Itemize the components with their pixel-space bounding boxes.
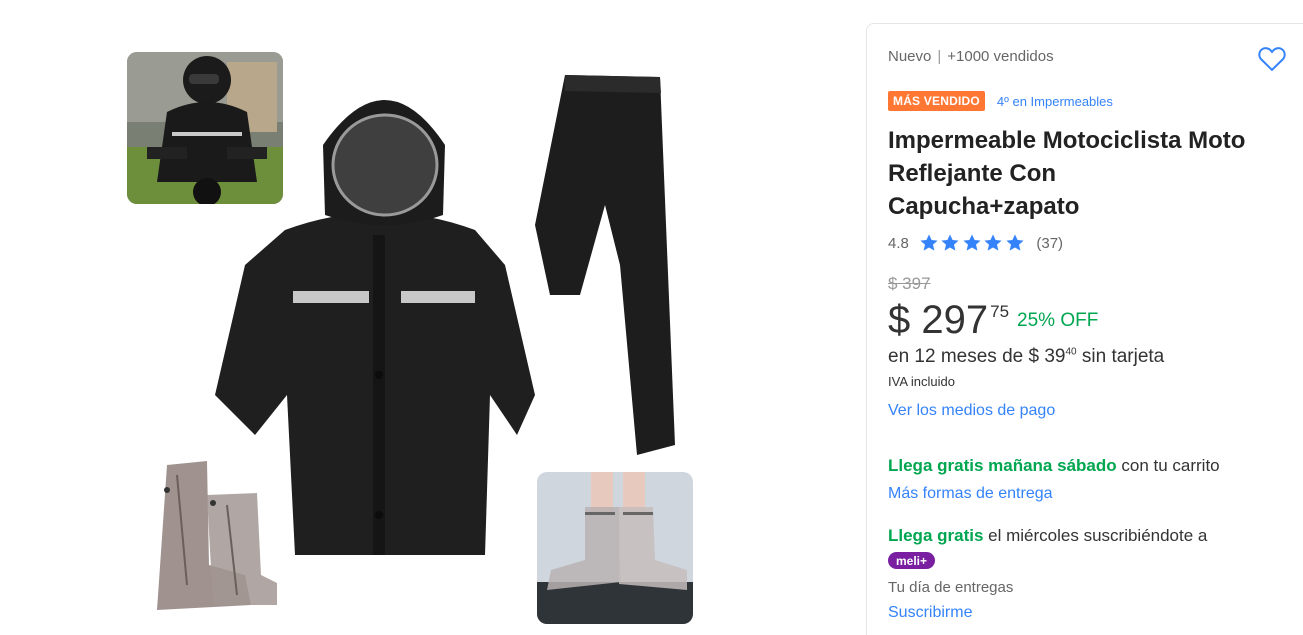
buy-box: Nuevo | +1000 vendidos MÁS VENDIDO 4º en I… — [866, 23, 1303, 635]
product-title: Impermeable Motociclista Moto Reflejante… — [888, 127, 1246, 220]
shipping-secondary-highlight: Llega gratis — [888, 526, 984, 545]
best-seller-badge: MÁS VENDIDO — [888, 91, 985, 111]
main-product-image[interactable] — [205, 65, 685, 570]
installments-info: en 12 meses de $ 3940 sin tarjeta — [888, 346, 1164, 368]
payment-methods-link[interactable]: Ver los medios de pago — [888, 402, 1055, 420]
rating-count: (37) — [1036, 234, 1064, 252]
sold-count: +1000 vendidos — [947, 48, 1054, 65]
shipping-primary: Llega gratis mañana sábado con tu carrit… — [888, 456, 1220, 476]
subscribe-link[interactable]: Suscribirme — [888, 604, 972, 622]
image-gallery — [0, 0, 850, 635]
rating-summary[interactable]: 4.8 (37) — [888, 233, 1063, 253]
original-price: $ 397 — [888, 274, 931, 293]
condition-separator: | — [937, 48, 942, 65]
tax-note: IVA incluido — [888, 374, 955, 389]
star-icon — [941, 234, 959, 251]
meli-plus-badge: meli+ — [888, 552, 935, 569]
current-price: $ 297 — [888, 298, 989, 342]
favorite-button[interactable] — [1257, 44, 1287, 72]
shipping-secondary: Llega gratis el miércoles suscribiéndote… — [888, 526, 1207, 546]
heart-icon — [1258, 47, 1286, 72]
shipping-primary-highlight: Llega gratis mañana sábado — [888, 456, 1117, 475]
shipping-secondary-rest: el miércoles suscribiéndote a — [988, 526, 1208, 545]
more-shipping-options-link[interactable]: Más formas de entrega — [888, 485, 1053, 503]
condition-label: Nuevo — [888, 48, 932, 65]
installments-cents: 40 — [1065, 346, 1077, 358]
star-icon — [920, 234, 938, 251]
star-icon — [963, 234, 981, 251]
star-icon — [1006, 234, 1024, 251]
installments-suffix: sin tarjeta — [1081, 346, 1165, 367]
highlight-row: MÁS VENDIDO 4º en Impermeables — [888, 91, 1113, 111]
rating-stars — [919, 233, 1027, 253]
delivery-day-text: Tu día de entregas — [888, 579, 1014, 596]
installments-amount: $ 39 — [1028, 346, 1066, 367]
current-price-cents: 75 — [990, 302, 1010, 321]
star-icon — [984, 234, 1002, 251]
condition-line: Nuevo | +1000 vendidos — [888, 48, 1054, 65]
shipping-primary-rest: con tu carrito — [1121, 456, 1220, 475]
installments-prefix: en 12 meses de — [888, 346, 1024, 367]
category-rank-link[interactable]: 4º en Impermeables — [997, 94, 1113, 109]
rating-value: 4.8 — [888, 234, 909, 252]
price-row: $ 297 75 25% OFF — [888, 296, 1098, 344]
discount-label: 25% OFF — [1017, 310, 1099, 331]
